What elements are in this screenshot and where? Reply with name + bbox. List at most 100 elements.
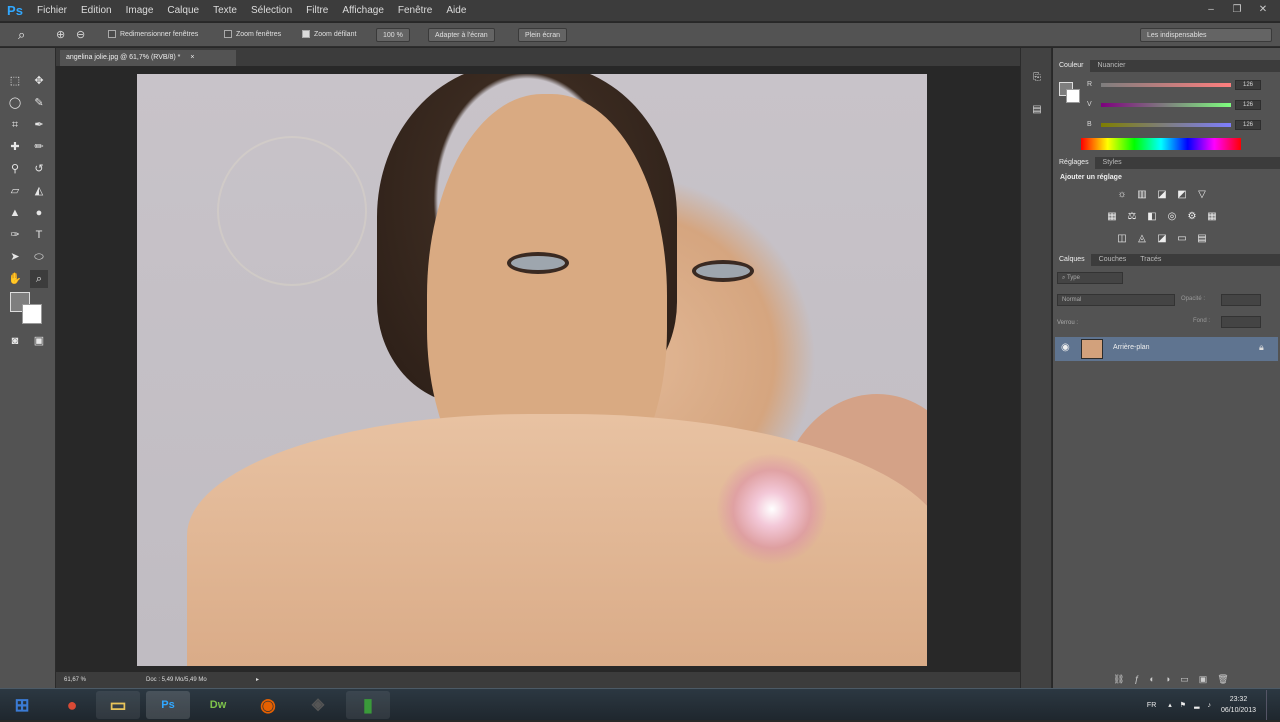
blue-value-field[interactable]: 126 bbox=[1235, 120, 1261, 130]
taskbar-explorer[interactable]: ▭ bbox=[96, 691, 140, 719]
layer-filter-select[interactable]: ⌕ Type bbox=[1057, 272, 1123, 284]
invert-icon[interactable]: ◫ bbox=[1115, 232, 1129, 246]
black-white-icon[interactable]: ◧ bbox=[1145, 210, 1159, 224]
taskbar-app-7[interactable]: ◈ bbox=[296, 691, 340, 719]
history-panel-icon[interactable]: ⎘ bbox=[1029, 70, 1045, 86]
eraser-tool-icon[interactable]: ▱ bbox=[6, 182, 24, 200]
document-tab[interactable]: angelina jolie.jpg @ 61,7% (RVB/8) * × bbox=[60, 50, 236, 66]
scrubby-zoom-option[interactable]: Zoom défilant bbox=[302, 28, 356, 42]
tab-calques[interactable]: Calques bbox=[1053, 254, 1091, 266]
red-slider[interactable] bbox=[1101, 83, 1231, 87]
color-lookup-icon[interactable]: ▦ bbox=[1205, 210, 1219, 224]
scrubby-zoom-checkbox[interactable] bbox=[302, 30, 310, 39]
flag-icon[interactable]: ⚑ bbox=[1180, 701, 1186, 709]
crop-tool-icon[interactable]: ⌗ bbox=[6, 116, 24, 134]
resize-windows-option[interactable]: Redimensionner fenêtres bbox=[108, 28, 198, 42]
opacity-field[interactable] bbox=[1221, 294, 1261, 306]
exposure-adjustment-icon[interactable]: ◩ bbox=[1175, 188, 1189, 202]
taskbar-chrome[interactable]: ● bbox=[50, 691, 94, 719]
hue-saturation-icon[interactable]: ▦ bbox=[1105, 210, 1119, 224]
fit-screen-button[interactable]: Adapter à l'écran bbox=[428, 28, 495, 42]
canvas-area[interactable] bbox=[56, 66, 1020, 672]
menu-filtre[interactable]: Filtre bbox=[299, 0, 335, 22]
gradient-map-icon[interactable]: ▭ bbox=[1175, 232, 1189, 246]
type-tool-icon[interactable]: T bbox=[30, 226, 48, 244]
background-color-swatch[interactable] bbox=[22, 304, 42, 324]
menu-selection[interactable]: Sélection bbox=[244, 0, 299, 22]
menu-aide[interactable]: Aide bbox=[439, 0, 473, 22]
taskbar-photoshop[interactable]: Ps bbox=[146, 691, 190, 719]
zoom-out-icon[interactable]: ⊖ bbox=[76, 28, 85, 41]
screen-mode-icon[interactable]: ▣ bbox=[30, 332, 48, 350]
healing-brush-icon[interactable]: ✚ bbox=[6, 138, 24, 156]
taskbar-app-8[interactable]: ▮ bbox=[346, 691, 390, 719]
fill-field[interactable] bbox=[1221, 316, 1261, 328]
selective-color-icon[interactable]: ▤ bbox=[1195, 232, 1209, 246]
tab-traces[interactable]: Tracés bbox=[1134, 254, 1167, 266]
volume-icon[interactable]: ♪ bbox=[1207, 702, 1211, 709]
layer-row-background[interactable]: ◉ Arrière-plan 🔒︎ bbox=[1055, 337, 1278, 361]
tray-arrow-icon[interactable]: ▴ bbox=[1168, 701, 1172, 709]
start-button[interactable]: ⊞ bbox=[0, 691, 44, 719]
visibility-eye-icon[interactable]: ◉ bbox=[1061, 342, 1070, 353]
clone-stamp-icon[interactable]: ⚲ bbox=[6, 160, 24, 178]
close-tab-icon[interactable]: × bbox=[190, 54, 194, 61]
blue-slider[interactable] bbox=[1101, 123, 1231, 127]
menu-calque[interactable]: Calque bbox=[160, 0, 206, 22]
hand-tool-icon[interactable]: ✋ bbox=[6, 270, 24, 288]
layer-name[interactable]: Arrière-plan bbox=[1113, 344, 1150, 351]
blur-tool-icon[interactable]: ▲ bbox=[6, 204, 24, 222]
taskbar-firefox[interactable]: ◉ bbox=[246, 691, 290, 719]
tab-reglages[interactable]: Réglages bbox=[1053, 157, 1095, 169]
taskbar-dreamweaver[interactable]: Dw bbox=[196, 691, 240, 719]
menu-fichier[interactable]: Fichier bbox=[30, 0, 74, 22]
path-select-icon[interactable]: ➤ bbox=[6, 248, 24, 266]
resize-windows-checkbox[interactable] bbox=[108, 30, 116, 39]
brightness-adjustment-icon[interactable]: ☼ bbox=[1115, 188, 1129, 202]
menu-fenetre[interactable]: Fenêtre bbox=[391, 0, 439, 22]
tab-couches[interactable]: Couches bbox=[1093, 254, 1133, 266]
pen-tool-icon[interactable]: ✑ bbox=[6, 226, 24, 244]
network-icon[interactable]: ▂ bbox=[1194, 701, 1199, 709]
restore-button[interactable]: ❐ bbox=[1226, 2, 1248, 18]
marquee-tool-icon[interactable]: ⬚ bbox=[6, 72, 24, 90]
history-brush-icon[interactable]: ↺ bbox=[30, 160, 48, 178]
green-value-field[interactable]: 126 bbox=[1235, 100, 1261, 110]
status-menu-arrow-icon[interactable]: ▸ bbox=[256, 672, 259, 688]
eyedropper-tool-icon[interactable]: ✒ bbox=[30, 116, 48, 134]
clock[interactable]: 23:32 06/10/2013 bbox=[1221, 694, 1256, 716]
color-balance-icon[interactable]: ⚖ bbox=[1125, 210, 1139, 224]
zoom-all-option[interactable]: Zoom fenêtres bbox=[224, 28, 281, 42]
green-slider[interactable] bbox=[1101, 103, 1231, 107]
red-value-field[interactable]: 126 bbox=[1235, 80, 1261, 90]
move-tool-icon[interactable]: ✥ bbox=[30, 72, 48, 90]
threshold-icon[interactable]: ◪ bbox=[1155, 232, 1169, 246]
properties-panel-icon[interactable]: ▤ bbox=[1029, 102, 1045, 118]
curves-adjustment-icon[interactable]: ◪ bbox=[1155, 188, 1169, 202]
menu-texte[interactable]: Texte bbox=[206, 0, 244, 22]
document-image[interactable] bbox=[137, 74, 927, 666]
blend-mode-select[interactable]: Normal bbox=[1057, 294, 1175, 306]
levels-adjustment-icon[interactable]: ▥ bbox=[1135, 188, 1149, 202]
brush-tool-icon[interactable]: ✏ bbox=[30, 138, 48, 156]
show-desktop-button[interactable] bbox=[1266, 690, 1276, 720]
language-indicator[interactable]: FR bbox=[1147, 702, 1156, 709]
lasso-tool-icon[interactable]: ◯ bbox=[6, 94, 24, 112]
shape-tool-icon[interactable]: ⬭ bbox=[30, 248, 48, 266]
actual-pixels-button[interactable]: 100 % bbox=[376, 28, 410, 42]
menu-image[interactable]: Image bbox=[119, 0, 161, 22]
photo-filter-icon[interactable]: ◎ bbox=[1165, 210, 1179, 224]
zoom-in-icon[interactable]: ⊕ bbox=[56, 28, 65, 41]
quick-select-tool-icon[interactable]: ✎ bbox=[30, 94, 48, 112]
channel-mixer-icon[interactable]: ⚙ bbox=[1185, 210, 1199, 224]
zoom-tool-icon[interactable]: ⌕ bbox=[18, 27, 34, 43]
posterize-icon[interactable]: ◬ bbox=[1135, 232, 1149, 246]
workspace-select[interactable]: Les indispensables bbox=[1140, 28, 1272, 42]
menu-edition[interactable]: Edition bbox=[74, 0, 119, 22]
zoom-all-checkbox[interactable] bbox=[224, 30, 232, 39]
layer-panel-footer-icons[interactable]: ⛓ƒ◐◑▭▣🗑︎ bbox=[1113, 674, 1239, 685]
close-button[interactable]: ✕ bbox=[1252, 2, 1274, 18]
menu-affichage[interactable]: Affichage bbox=[335, 0, 391, 22]
minimize-button[interactable]: – bbox=[1200, 2, 1222, 18]
vibrance-adjustment-icon[interactable]: ▽ bbox=[1195, 188, 1209, 202]
